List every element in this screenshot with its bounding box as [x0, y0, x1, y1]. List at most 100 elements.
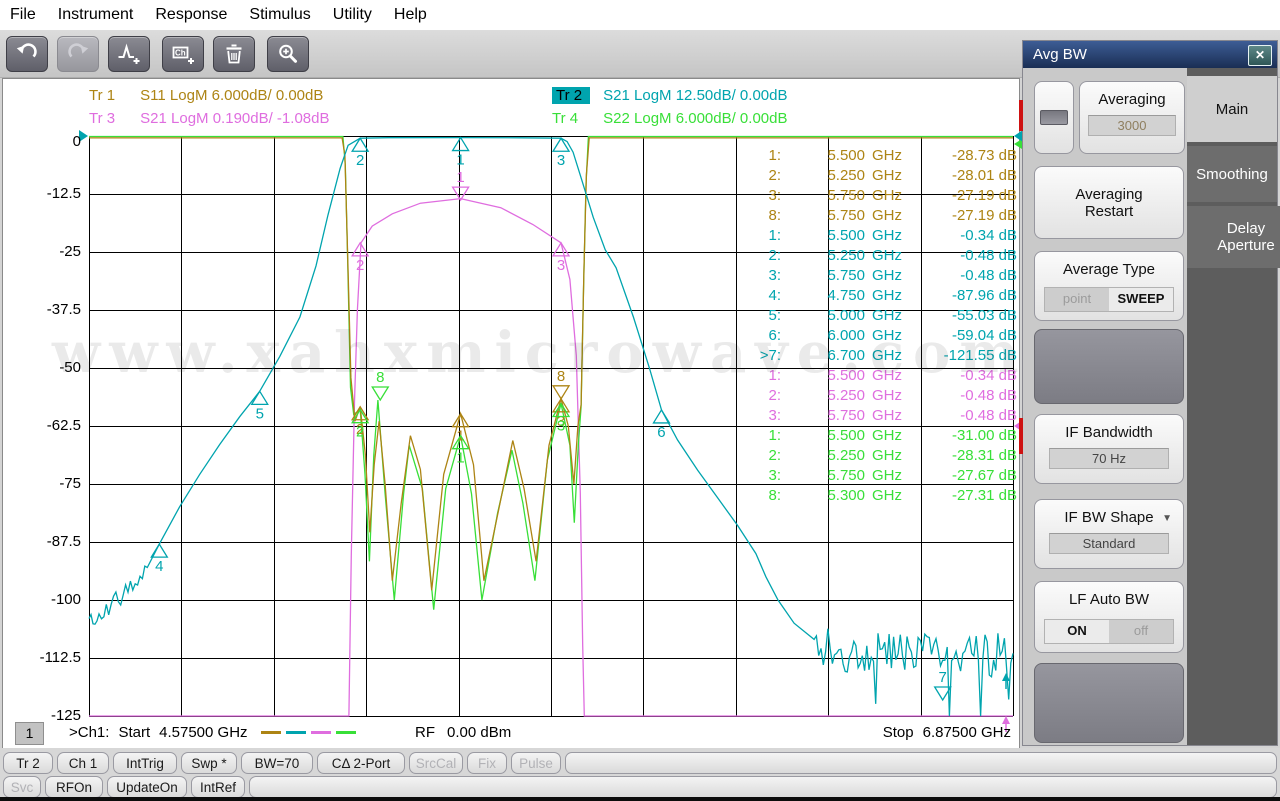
- trace-label-tr4[interactable]: Tr 4 S22 LogM 6.000dB/ 0.00dB: [552, 110, 787, 127]
- trace-format: S21 LogM 12.50dB/ 0.00dB: [603, 87, 787, 104]
- marker-number: 2:: [751, 246, 781, 266]
- marker-symbol: [372, 387, 388, 400]
- softkey-tr-2[interactable]: Tr 2: [3, 752, 53, 774]
- add-channel-button[interactable]: Ch: [162, 36, 204, 72]
- rf-label: RF: [415, 724, 435, 741]
- menu-item-stimulus[interactable]: Stimulus: [249, 6, 310, 24]
- trace-label-tr1[interactable]: Tr 1 S11 LogM 6.000dB/ 0.00dB: [89, 87, 323, 104]
- marker-value: -0.34 dB: [909, 366, 1017, 386]
- y-axis-tick-label: -50: [29, 359, 81, 377]
- trace-id[interactable]: Tr 4: [552, 110, 590, 127]
- add-trace-button[interactable]: [108, 36, 150, 72]
- softkey-bw-70[interactable]: BW=70: [241, 752, 313, 774]
- average-type-option-sweep[interactable]: SWEEP: [1109, 288, 1173, 311]
- marker-value: -0.48 dB: [909, 246, 1017, 266]
- marker-value: -59.04 dB: [909, 326, 1017, 346]
- marker-label: 3: [557, 417, 565, 434]
- tab-delay-aperture[interactable]: Delay Aperture: [1187, 206, 1280, 268]
- trace-id[interactable]: Tr 2: [552, 87, 590, 104]
- marker-frequency-unit: GHz: [865, 286, 909, 306]
- zoom-button[interactable]: [267, 36, 309, 72]
- marker-value: -0.48 dB: [909, 406, 1017, 426]
- averaging-restart-button[interactable]: Averaging Restart: [1034, 166, 1184, 239]
- softkey-swp-[interactable]: Swp *: [181, 752, 237, 774]
- panel-scroll-indicator-top: [1019, 100, 1023, 131]
- marker-value: -28.01 dB: [909, 166, 1017, 186]
- menu-item-file[interactable]: File: [10, 6, 36, 24]
- trace-id[interactable]: Tr 3: [89, 110, 127, 127]
- softkey-rfon[interactable]: RFOn: [45, 776, 103, 798]
- undo-button[interactable]: [6, 36, 48, 72]
- menu-item-response[interactable]: Response: [155, 6, 227, 24]
- delete-trace-icon: [221, 41, 247, 67]
- averaging-value[interactable]: 3000: [1088, 115, 1176, 136]
- marker-frequency-unit: GHz: [865, 466, 909, 486]
- trace-id[interactable]: Tr 1: [89, 87, 127, 104]
- marker-readout-row: 2:5.250GHz-0.48 dB: [751, 246, 1017, 266]
- channel-tab[interactable]: 1: [15, 722, 44, 745]
- lf-auto-bw-option-off[interactable]: off: [1109, 620, 1173, 643]
- if-bandwidth-button[interactable]: IF Bandwidth 70 Hz: [1034, 414, 1184, 484]
- lf-auto-bw-button[interactable]: LF Auto BW ON off: [1034, 581, 1184, 653]
- average-type-option-point[interactable]: point: [1045, 288, 1109, 311]
- tab-main[interactable]: Main: [1187, 76, 1277, 142]
- menu-item-help[interactable]: Help: [394, 6, 427, 24]
- averaging-button[interactable]: Averaging 3000: [1079, 81, 1185, 154]
- marker-number: 1:: [751, 226, 781, 246]
- delete-trace-button[interactable]: [213, 36, 255, 72]
- marker-value: -27.19 dB: [909, 186, 1017, 206]
- marker-frequency: 5.500: [781, 226, 865, 246]
- averaging-restart-label: Averaging Restart: [1059, 186, 1159, 220]
- marker-frequency-unit: GHz: [865, 426, 909, 446]
- bottom-border: [0, 797, 1280, 801]
- softkey-updateon[interactable]: UpdateOn: [107, 776, 187, 798]
- softkey-ch-1[interactable]: Ch 1: [57, 752, 109, 774]
- legend-dash-tr4: [336, 731, 356, 734]
- marker-frequency-unit: GHz: [865, 246, 909, 266]
- averaging-toggle-button[interactable]: [1034, 81, 1074, 154]
- avg-bw-panel: Avg BW ✕ Averaging 3000 Averaging Restar…: [1022, 40, 1278, 746]
- averaging-label: Averaging: [1080, 91, 1184, 108]
- marker-number: >7:: [751, 346, 781, 366]
- redo-button: [57, 36, 99, 72]
- marker-value: -28.31 dB: [909, 446, 1017, 466]
- marker-frequency: 6.700: [781, 346, 865, 366]
- marker-number: 4:: [751, 286, 781, 306]
- marker-symbol: [553, 138, 569, 151]
- marker-frequency: 5.500: [781, 366, 865, 386]
- trace-label-tr3[interactable]: Tr 3 S21 LogM 0.190dB/ -1.08dB: [89, 110, 329, 127]
- close-icon[interactable]: ✕: [1248, 45, 1272, 66]
- legend-dash-tr3: [311, 731, 331, 734]
- averaging-led-indicator: [1040, 110, 1068, 125]
- average-type-segmented: point SWEEP: [1044, 287, 1174, 312]
- marker-value: -27.31 dB: [909, 486, 1017, 506]
- marker-frequency: 5.250: [781, 386, 865, 406]
- marker-frequency: 5.250: [781, 166, 865, 186]
- lf-auto-bw-option-on[interactable]: ON: [1045, 620, 1109, 643]
- if-bandwidth-value[interactable]: 70 Hz: [1049, 448, 1169, 469]
- menu-item-utility[interactable]: Utility: [333, 6, 372, 24]
- if-bw-shape-value[interactable]: Standard: [1049, 533, 1169, 554]
- trace-label-tr2[interactable]: Tr 2 S21 LogM 12.50dB/ 0.00dB: [552, 87, 787, 104]
- softkey-bar: Tr 2Ch 1IntTrigSwp *BW=70CΔ 2-PortSrcCal…: [0, 748, 1280, 797]
- lf-auto-bw-segmented: ON off: [1044, 619, 1174, 644]
- tab-smoothing[interactable]: Smoothing: [1187, 146, 1277, 202]
- marker-label: 6: [657, 424, 665, 441]
- marker-number: 2:: [751, 386, 781, 406]
- y-axis-tick-label: -75: [29, 475, 81, 493]
- if-bandwidth-label: IF Bandwidth: [1035, 424, 1183, 441]
- average-type-button[interactable]: Average Type point SWEEP: [1034, 251, 1184, 321]
- marker-readout-row: 2:5.250GHz-0.48 dB: [751, 386, 1017, 406]
- softkey-inttrig[interactable]: IntTrig: [113, 752, 177, 774]
- marker-number: 3:: [751, 466, 781, 486]
- marker-value: -55.03 dB: [909, 306, 1017, 326]
- softkey-intref[interactable]: IntRef: [191, 776, 245, 798]
- marker-label: 3: [557, 257, 565, 274]
- svg-text:Ch: Ch: [175, 48, 186, 57]
- menu-item-instrument[interactable]: Instrument: [58, 6, 134, 24]
- if-bw-shape-button[interactable]: IF BW Shape ▼ Standard: [1034, 499, 1184, 569]
- softkey-c-2-port[interactable]: CΔ 2-Port: [317, 752, 405, 774]
- marker-value: -28.73 dB: [909, 146, 1017, 166]
- marker-label: 3: [557, 152, 565, 169]
- legend-dash-tr2: [286, 731, 306, 734]
